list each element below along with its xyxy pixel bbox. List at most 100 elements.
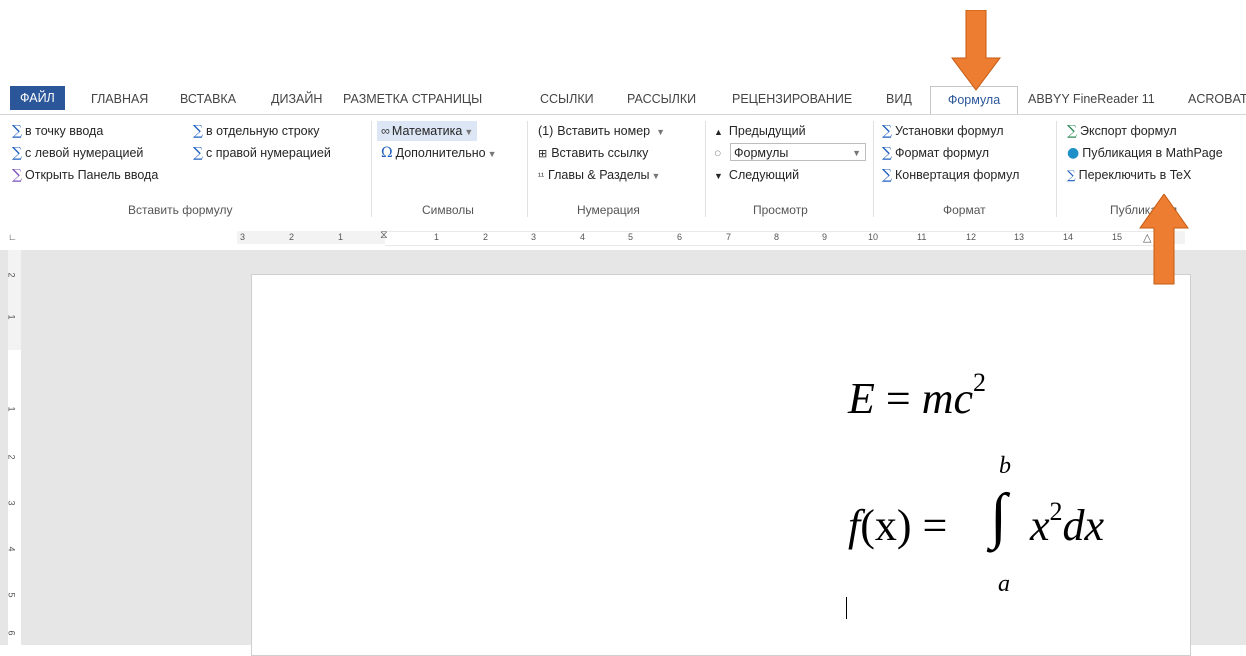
horizontal-ruler[interactable]: ∟ 3 2 1 ⧖ 1 2 3 4 5 6 7 8 9 10 11 12 13 … [0, 225, 1246, 249]
math-symbols-label: Математика [391, 124, 463, 138]
group-separator [527, 121, 528, 217]
insert-link-button[interactable]: ⊞ Вставить ссылку [538, 143, 648, 163]
tab-home[interactable]: ГЛАВНАЯ [91, 86, 148, 113]
ruler-tick: 1 [338, 232, 344, 242]
ruler-tick: 13 [1014, 232, 1025, 242]
sigma-icon: ∑ [12, 123, 22, 139]
group-label-format: Формат [943, 203, 986, 217]
insert-inline-button[interactable]: ∑ в точку ввода [12, 121, 103, 141]
insert-number-dropdown[interactable]: (1) Вставить номер ▼ [538, 121, 665, 141]
tab-view[interactable]: ВИД [886, 86, 912, 113]
extra-symbols-dropdown[interactable]: Ω Дополнительно ▼ [381, 143, 497, 163]
toggle-tex-button[interactable]: ∑ Переключить в TeX [1067, 165, 1191, 185]
eq-exponent: 2 [1049, 497, 1063, 527]
next-button[interactable]: ▼ Следующий [714, 165, 799, 185]
chevron-down-icon: ▼ [651, 171, 661, 181]
top-whitespace [0, 0, 1246, 85]
tab-mailings[interactable]: РАССЫЛКИ [627, 86, 696, 113]
chevron-down-icon: ▼ [656, 127, 666, 137]
ruler-tick: 4 [580, 232, 586, 242]
view-type-row: ○ [714, 143, 728, 163]
eq-upper-limit: b [999, 453, 1011, 479]
chapters-sections-dropdown[interactable]: ¹¹ Главы & Разделы ▼ [538, 165, 660, 185]
sigma-icon: ∑ [193, 123, 203, 139]
insert-separate-line-button[interactable]: ∑ в отдельную строку [193, 121, 319, 141]
previous-button[interactable]: ▲ Предыдущий [714, 121, 806, 141]
ruler-tick: 4 [6, 546, 17, 552]
equation-integral[interactable]: f(x) = [848, 500, 947, 551]
indent-marker-icon[interactable]: ⧖ [380, 229, 388, 242]
integral-sign-icon: ∫ [990, 482, 1007, 550]
tab-acrobat[interactable]: ACROBAT [1188, 86, 1246, 113]
ribbon-tab-bar: ФАЙЛ ГЛАВНАЯ ВСТАВКА ДИЗАЙН РАЗМЕТКА СТР… [0, 86, 1246, 115]
tab-design[interactable]: ДИЗАЙН [271, 86, 322, 113]
previous-label: Предыдущий [728, 124, 806, 138]
open-input-panel-button[interactable]: ∑ Открыть Панель ввода [12, 165, 158, 185]
chevron-down-icon: ▼ [852, 148, 861, 158]
formula-convert-label: Конвертация формул [895, 168, 1020, 182]
formula-settings-label: Установки формул [895, 124, 1004, 138]
number-icon: (1) [538, 124, 554, 138]
publish-mathpage-label: Публикация в MathPage [1082, 146, 1223, 160]
formula-format-button[interactable]: ∑ Формат формул [882, 143, 989, 163]
ruler-text-area [385, 231, 1157, 246]
arrow-down-annotation-icon [951, 10, 1001, 91]
ruler-tick: 8 [774, 232, 780, 242]
ruler-tick: 14 [1063, 232, 1074, 242]
arrow-down-icon: ▼ [714, 171, 723, 181]
tab-selector-icon[interactable]: ∟ [8, 232, 17, 242]
insert-separate-line-label: в отдельную строку [206, 124, 320, 138]
ruler-tick: 3 [6, 500, 17, 506]
equation-emc2[interactable]: E = mc2 [848, 368, 986, 424]
ruler-tick: 1 [434, 232, 440, 242]
chevron-down-icon: ▼ [464, 127, 474, 137]
ruler-tick: 2 [6, 272, 17, 278]
group-separator [705, 121, 706, 217]
publish-mathpage-button[interactable]: ● Публикация в MathPage [1067, 143, 1223, 163]
eq-argument: (x) [860, 501, 912, 550]
view-type-value: Формулы [734, 146, 789, 160]
sigma-left-number-icon: ∑ [12, 145, 22, 161]
vertical-ruler[interactable]: 2 1 1 2 3 4 5 6 [6, 250, 21, 645]
arrow-up-icon: ▲ [714, 127, 723, 137]
ruler-tick: 1 [6, 314, 17, 320]
formula-convert-button[interactable]: ∑ Конвертация формул [882, 165, 1019, 185]
link-number-icon: ⊞ [538, 148, 548, 160]
chapters-icon: ¹¹ [538, 171, 544, 181]
view-type-select[interactable]: Формулы ▼ [730, 143, 866, 161]
ruler-tick: 10 [868, 232, 879, 242]
tab-layout[interactable]: РАЗМЕТКА СТРАНИЦЫ [343, 86, 482, 113]
chevron-down-icon: ▼ [487, 149, 497, 159]
tab-insert[interactable]: ВСТАВКА [180, 86, 236, 113]
eq-variable: x [1030, 501, 1050, 550]
math-symbols-dropdown[interactable]: ∞ Математика ▼ [377, 121, 478, 141]
tab-review[interactable]: РЕЦЕНЗИРОВАНИЕ [732, 86, 852, 113]
insert-right-numbered-label: с правой нумерацией [206, 146, 331, 160]
ruler-tick: 9 [822, 232, 828, 242]
formula-settings-button[interactable]: ∑ Установки формул [882, 121, 1004, 141]
formula-format-label: Формат формул [895, 146, 990, 160]
tex-icon: ∑ [1067, 168, 1076, 182]
format-sigma-icon: ∑ [882, 145, 892, 161]
tab-abbyy[interactable]: ABBYY FineReader 11 [1028, 86, 1155, 113]
insert-left-numbered-label: с левой нумерацией [25, 146, 144, 160]
toggle-tex-label: Переключить в TeX [1078, 168, 1192, 182]
text-cursor [846, 597, 847, 619]
radio-icon: ○ [714, 146, 722, 160]
omega-icon: Ω [381, 145, 393, 161]
eq-exponent: 2 [973, 368, 987, 398]
group-separator [873, 121, 874, 217]
sigma-right-number-icon: ∑ [193, 145, 203, 161]
ruler-tick: 2 [289, 232, 295, 242]
tab-references[interactable]: ССЫЛКИ [540, 86, 594, 113]
insert-left-numbered-button[interactable]: ∑ с левой нумерацией [12, 143, 143, 163]
next-label: Следующий [728, 168, 800, 182]
insert-right-numbered-button[interactable]: ∑ с правой нумерацией [193, 143, 331, 163]
tab-file[interactable]: ФАЙЛ [10, 86, 65, 110]
insert-number-label: Вставить номер [557, 124, 651, 138]
infinity-icon: ∞ [381, 124, 390, 138]
export-formulas-button[interactable]: ∑ Экспорт формул [1067, 121, 1177, 141]
document-page[interactable]: E = mc2 f(x) = b ∫ a x2dx [251, 274, 1191, 656]
eq-sign: = [922, 501, 948, 550]
ruler-tick: 11 [917, 232, 927, 242]
